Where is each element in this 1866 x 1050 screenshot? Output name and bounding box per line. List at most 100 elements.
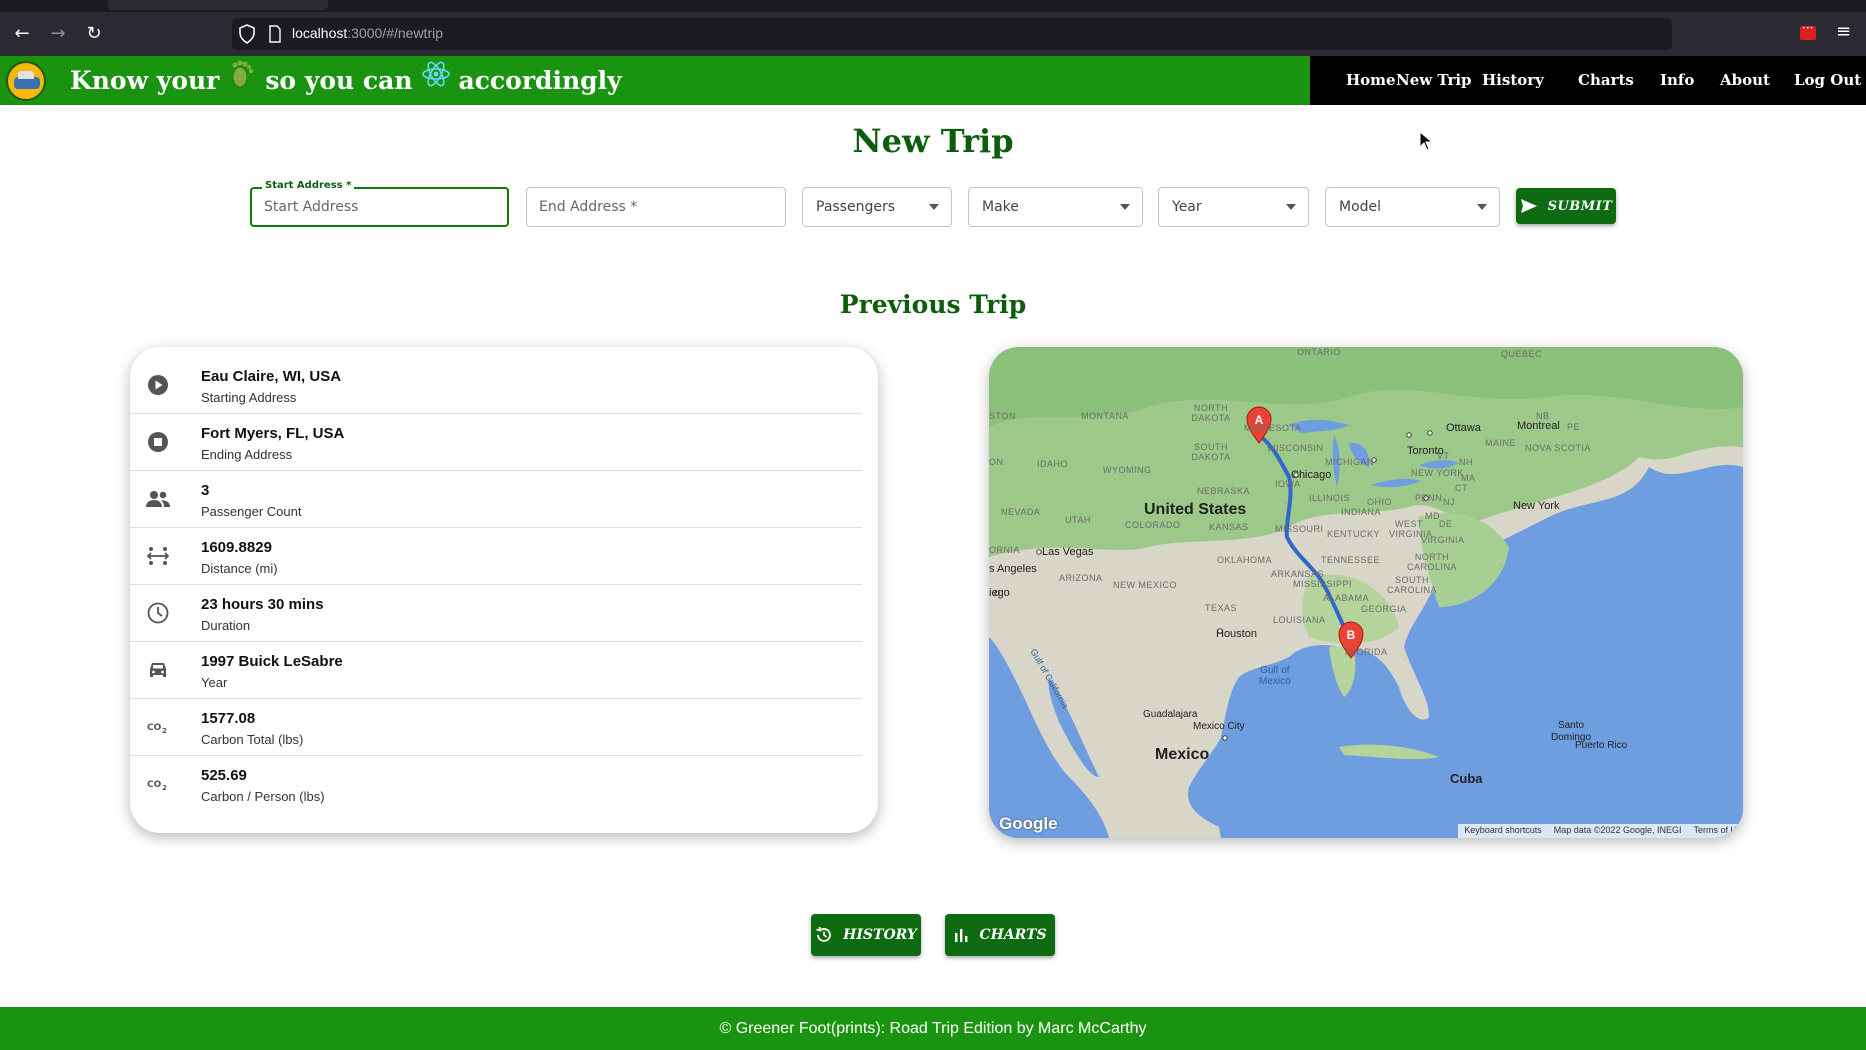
- stop-circle-icon: [146, 430, 170, 454]
- end-address-field[interactable]: [526, 187, 786, 227]
- trip-primary: 1577.08: [201, 710, 256, 727]
- make-label: Make: [982, 199, 1019, 215]
- caret-down-icon: [1286, 204, 1296, 210]
- trip-primary: 1609.8829: [201, 539, 272, 556]
- model-label: Model: [1339, 199, 1382, 215]
- trip-row-carbon-total: CO 2 1577.08 Carbon Total (lbs): [130, 699, 862, 756]
- map-label-arkansas: ARKANSAS: [1271, 569, 1325, 579]
- trip-primary: 1997 Buick LeSabre: [201, 653, 343, 670]
- history-button[interactable]: HISTORY: [811, 914, 921, 956]
- map-label-nevada: NEVADA: [1001, 507, 1041, 517]
- caret-down-icon: [1120, 204, 1130, 210]
- reload-icon[interactable]: ↻: [82, 22, 106, 46]
- extension-icon[interactable]: [1800, 21, 1816, 40]
- send-icon: [1520, 199, 1537, 213]
- main-nav: Home New Trip History Charts Info About …: [1310, 56, 1866, 105]
- submit-button[interactable]: SUBMIT: [1516, 188, 1616, 224]
- caret-down-icon: [1477, 204, 1487, 210]
- page-icon: [269, 25, 281, 43]
- submit-label: SUBMIT: [1547, 198, 1613, 214]
- route-map[interactable]: A B ONTARIO QUEBEC STON MONTANA NORTH DA…: [989, 347, 1743, 838]
- map-label-ma: MA: [1461, 473, 1476, 483]
- map-label-san-diego: iego: [989, 587, 1010, 599]
- start-address-field[interactable]: Start Address *: [250, 180, 509, 227]
- trip-secondary: Carbon / Person (lbs): [201, 789, 325, 804]
- map-label-indiana: INDIANA: [1341, 507, 1382, 517]
- mouse-cursor-icon: [1419, 131, 1433, 151]
- nav-log-out[interactable]: Log Out: [1794, 71, 1861, 89]
- people-icon: [146, 487, 170, 511]
- back-icon[interactable]: ←: [10, 22, 34, 46]
- play-circle-icon: [146, 373, 170, 397]
- map-label-united-states: United States: [1144, 501, 1247, 518]
- react-atom-icon: [421, 59, 451, 89]
- map-label-ontario: ONTARIO: [1297, 347, 1341, 357]
- map-label-nebraska: NEBRASKA: [1197, 486, 1251, 496]
- google-logo: Google: [999, 814, 1058, 833]
- forward-icon[interactable]: →: [46, 22, 70, 46]
- passengers-label: Passengers: [816, 199, 896, 215]
- co2-icon: CO 2: [146, 715, 170, 739]
- trip-secondary: Starting Address: [201, 390, 297, 405]
- history-button-label: HISTORY: [843, 927, 917, 943]
- map-label-minnesota: MINNESOTA: [1244, 423, 1302, 433]
- nav-about[interactable]: About: [1720, 71, 1770, 89]
- clock-icon: [146, 601, 170, 625]
- nav-charts[interactable]: Charts: [1578, 71, 1634, 89]
- map-label-fornia: ORNIA: [989, 545, 1021, 555]
- map-label-pe: PE: [1567, 422, 1581, 432]
- map-label-las-vegas: Las Vegas: [1042, 546, 1094, 558]
- map-label-idaho: IDAHO: [1037, 459, 1069, 469]
- map-label-chicago: Chicago: [1291, 469, 1332, 481]
- co2-icon: CO 2: [146, 772, 170, 796]
- map-label-new-york: New York: [1513, 500, 1560, 512]
- logo[interactable]: [6, 61, 46, 101]
- nav-info[interactable]: Info: [1660, 71, 1694, 89]
- map-label-mississippi: MISSISSIPPI: [1293, 579, 1353, 589]
- map-label-maine: MAINE: [1485, 438, 1517, 448]
- map-label-arizona: ARIZONA: [1059, 573, 1103, 583]
- passengers-select[interactable]: Passengers: [802, 187, 952, 227]
- map-label-nova-scotia: NOVA SCOTIA: [1525, 443, 1591, 453]
- history-icon: [816, 926, 832, 942]
- trip-primary: 3: [201, 482, 210, 499]
- map-label-tennessee: TENNESSEE: [1321, 555, 1381, 565]
- map-label-colorado: COLORADO: [1125, 520, 1181, 530]
- start-address-input[interactable]: [252, 189, 507, 225]
- map-label-missouri: MISSOURI: [1275, 524, 1324, 534]
- terms-link[interactable]: Terms of U: [1693, 825, 1737, 837]
- model-select[interactable]: Model: [1325, 187, 1500, 227]
- map-label-georgia: GEORGIA: [1361, 604, 1407, 614]
- hamburger-menu-icon[interactable]: ≡: [1836, 21, 1851, 42]
- map-label-oklahoma: OKLAHOMA: [1217, 555, 1273, 565]
- trip-secondary: Ending Address: [201, 447, 293, 462]
- nav-new-trip[interactable]: New Trip: [1396, 71, 1472, 89]
- map-label-michigan: MICHIGAN: [1325, 457, 1374, 467]
- car-icon: [146, 658, 170, 682]
- make-select[interactable]: Make: [968, 187, 1143, 227]
- previous-trip-title: Previous Trip: [839, 290, 1027, 319]
- nav-home[interactable]: Home: [1346, 71, 1396, 89]
- charts-button[interactable]: CHARTS: [945, 914, 1055, 956]
- footer: © Greener Foot(prints): Road Trip Editio…: [0, 1007, 1866, 1050]
- browser-tab[interactable]: [108, 0, 328, 10]
- map-label-south-dakota: SOUTH DAKOTA: [1191, 442, 1231, 462]
- map-label-new-mexico: NEW MEXICO: [1113, 580, 1178, 590]
- trip-primary: 525.69: [201, 767, 247, 784]
- nav-history[interactable]: History: [1482, 71, 1544, 89]
- map-label-quebec: QUEBEC: [1501, 349, 1543, 359]
- map-label-new-york-state: NEW YORK: [1411, 468, 1464, 478]
- trip-row-carbon-person: CO 2 525.69 Carbon / Person (lbs): [130, 756, 862, 813]
- trip-row-start: Eau Claire, WI, USA Starting Address: [130, 357, 862, 414]
- trip-details-card: Eau Claire, WI, USA Starting Address For…: [130, 347, 878, 833]
- keyboard-shortcuts-link[interactable]: Keyboard shortcuts: [1464, 825, 1542, 837]
- marker-b-label: B: [1347, 628, 1356, 642]
- trip-secondary: Year: [201, 675, 228, 690]
- url-bar[interactable]: localhost:3000/#/newtrip ☆: [232, 18, 1672, 50]
- map-label-ston: STON: [989, 411, 1016, 421]
- map-label-toronto: Toronto: [1407, 445, 1444, 457]
- year-select[interactable]: Year: [1158, 187, 1309, 227]
- map-label-florida: FLORIDA: [1345, 647, 1388, 657]
- map-label-virginia: VIRGINIA: [1421, 535, 1465, 545]
- end-address-input[interactable]: [527, 188, 785, 226]
